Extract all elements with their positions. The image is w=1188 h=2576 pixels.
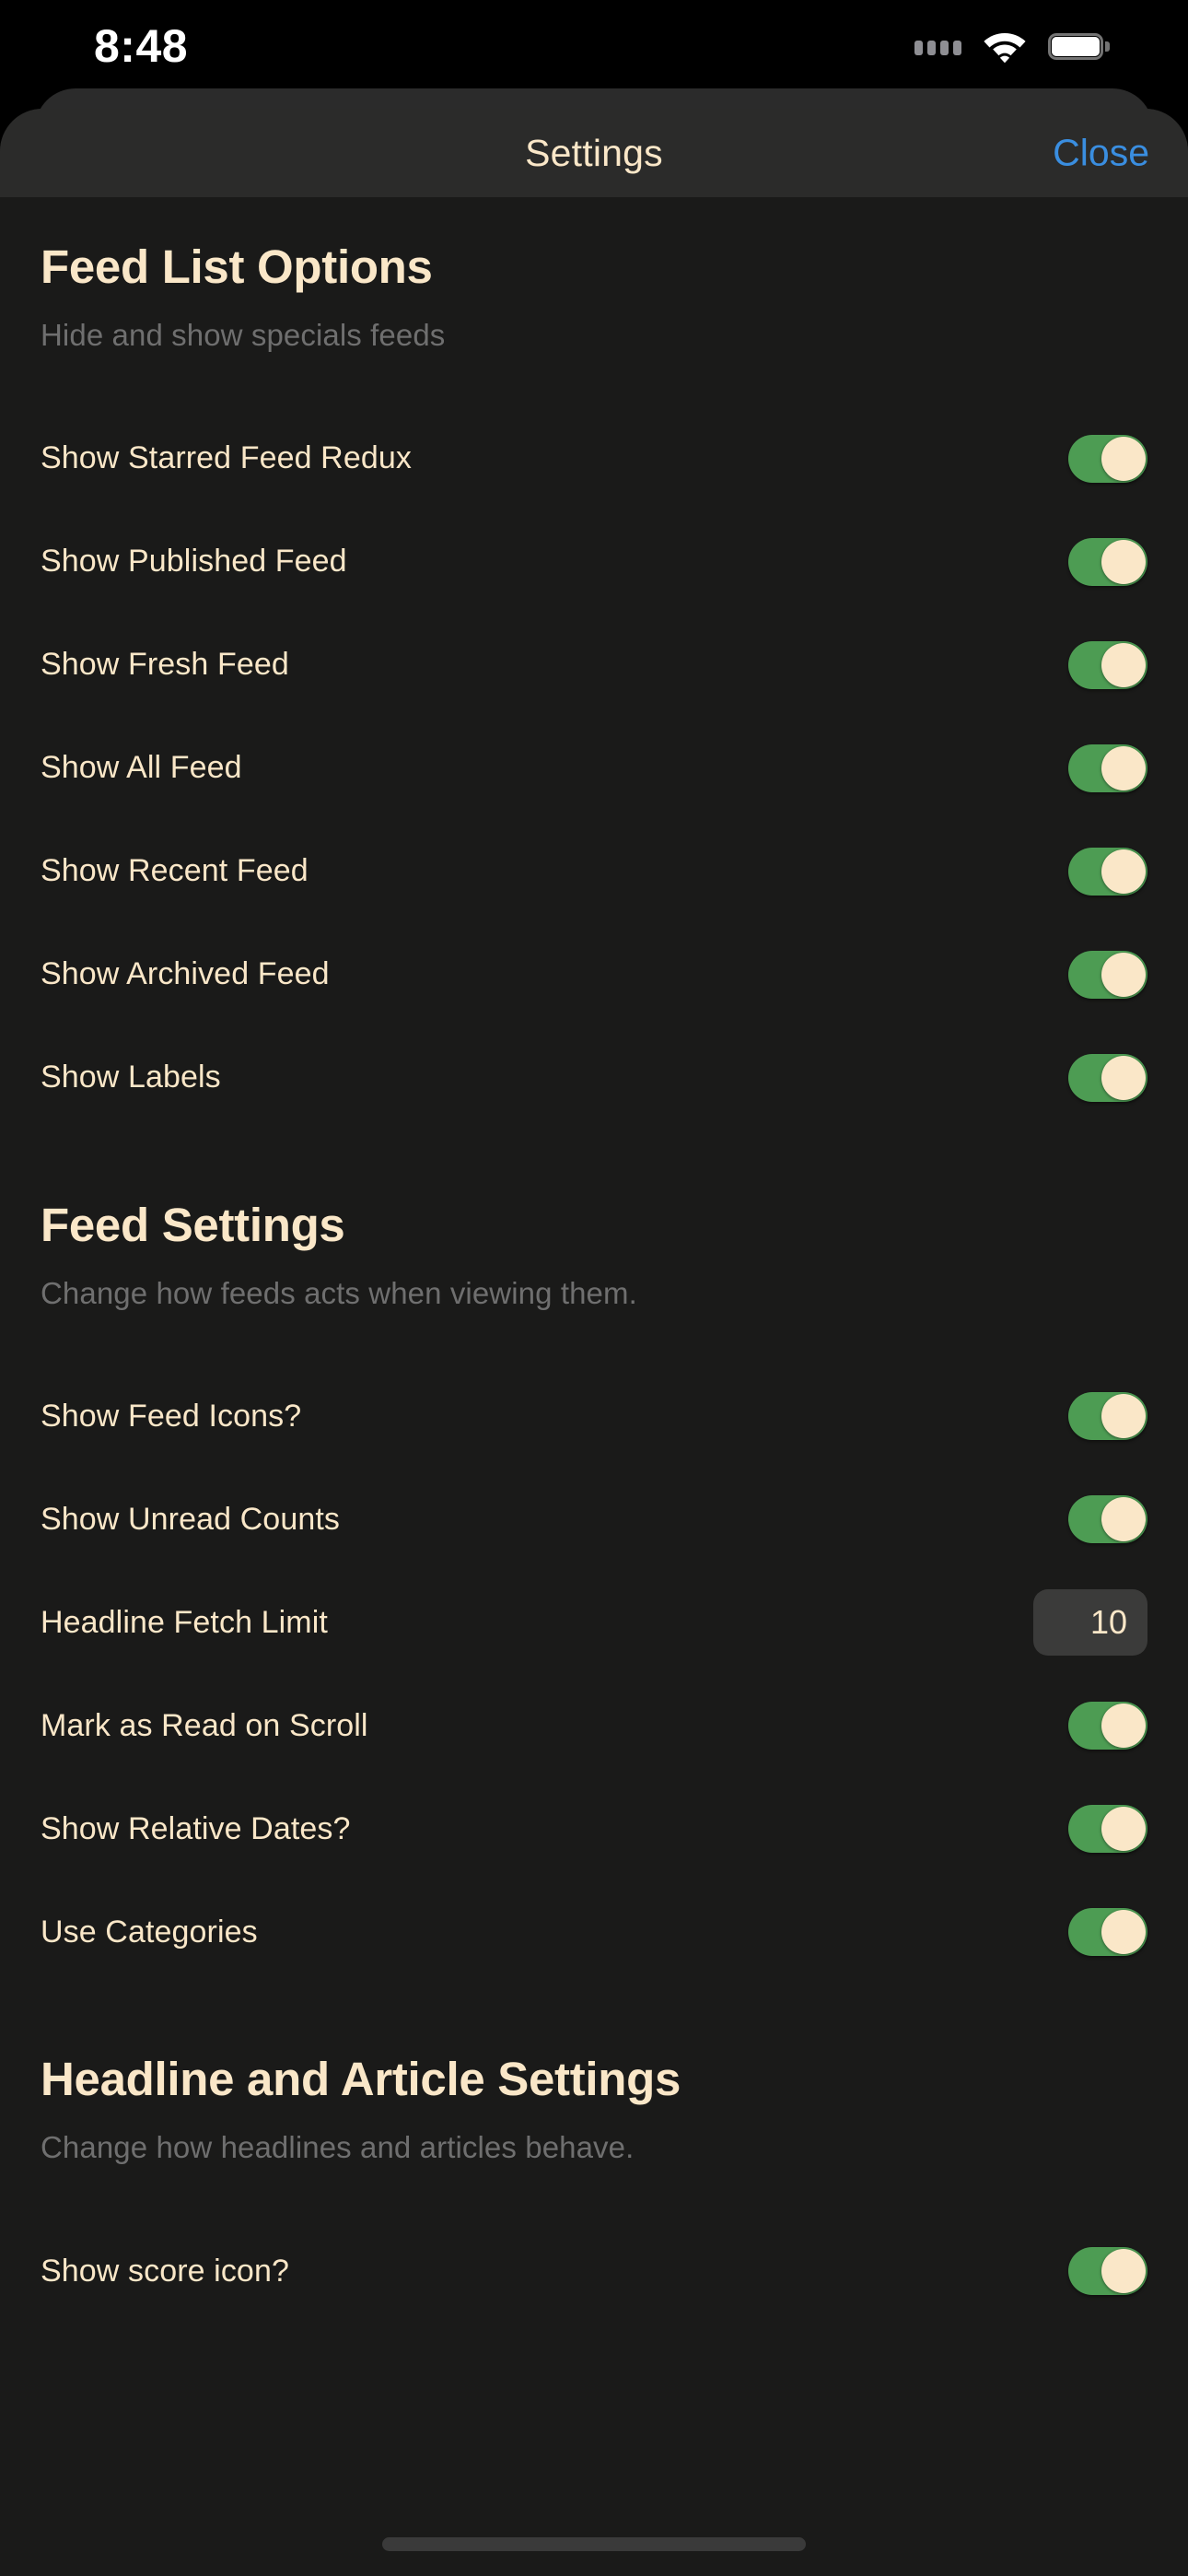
toggle-show-starred-feed-redux[interactable] — [1068, 434, 1147, 483]
setting-row-show-feed-icons[interactable]: Show Feed Icons? — [41, 1364, 1147, 1468]
section-description-headline-and-article-settings: Change how headlines and articles behave… — [41, 2130, 635, 2165]
toggle-knob — [1101, 1394, 1146, 1439]
section-description-feed-list-options: Hide and show specials feeds — [41, 318, 446, 353]
setting-row-show-relative-dates[interactable]: Show Relative Dates? — [41, 1777, 1147, 1880]
row-label: Mark as Read on Scroll — [41, 1707, 368, 1743]
row-label: Show Published Feed — [41, 544, 347, 580]
toggle-show-fresh-feed[interactable] — [1068, 640, 1147, 689]
row-label: Headline Fetch Limit — [41, 1604, 328, 1640]
toggle-knob — [1101, 642, 1146, 687]
row-label: Show Recent Feed — [41, 853, 309, 889]
setting-row-show-score-icon[interactable]: Show score icon? — [41, 2219, 1147, 2323]
setting-row-show-all-feed[interactable]: Show All Feed — [41, 717, 1147, 820]
toggle-knob — [1101, 1497, 1146, 1542]
setting-row-use-categories[interactable]: Use Categories — [41, 1880, 1147, 1984]
toggle-mark-as-read-on-scroll[interactable] — [1068, 1702, 1147, 1751]
status-bar-time: 8:48 — [94, 20, 189, 72]
row-label: Show Unread Counts — [41, 1501, 340, 1537]
toggle-knob — [1101, 849, 1146, 894]
toggle-show-relative-dates[interactable] — [1068, 1805, 1147, 1854]
toggle-show-labels[interactable] — [1068, 1053, 1147, 1102]
navigation-bar: Settings Close — [0, 109, 1188, 197]
row-label: Use Categories — [41, 1914, 258, 1950]
settings-sheet: Settings Close Feed List Options Hide an… — [0, 109, 1188, 2576]
toggle-knob — [1101, 952, 1146, 997]
status-bar-indicators — [914, 29, 1110, 64]
row-label: Show Feed Icons? — [41, 1398, 302, 1434]
toggle-show-all-feed[interactable] — [1068, 744, 1147, 792]
close-button[interactable]: Close — [1053, 132, 1149, 175]
row-label: Show score icon? — [41, 2253, 289, 2289]
section-title-feed-list-options: Feed List Options — [41, 240, 433, 293]
row-label: Show Starred Feed Redux — [41, 440, 412, 476]
home-indicator[interactable] — [382, 2537, 806, 2551]
setting-row-show-published-feed[interactable]: Show Published Feed — [41, 510, 1147, 614]
setting-row-mark-as-read-on-scroll[interactable]: Mark as Read on Scroll — [41, 1674, 1147, 1777]
status-bar: 8:48 — [0, 0, 1188, 92]
battery-icon — [1048, 32, 1110, 60]
setting-row-show-labels[interactable]: Show Labels — [41, 1026, 1147, 1130]
toggle-knob — [1101, 2249, 1146, 2294]
row-label: Show Fresh Feed — [41, 647, 289, 683]
toggle-knob — [1101, 1055, 1146, 1100]
row-label: Show All Feed — [41, 750, 242, 786]
toggle-knob — [1101, 1910, 1146, 1955]
wifi-icon — [982, 29, 1028, 64]
toggle-use-categories[interactable] — [1068, 1908, 1147, 1957]
headline-fetch-limit-value: 10 — [1089, 1603, 1127, 1642]
settings-content: Feed List Options Hide and show specials… — [0, 197, 1188, 2323]
row-label: Show Labels — [41, 1060, 221, 1095]
toggle-show-published-feed[interactable] — [1068, 537, 1147, 586]
setting-row-show-fresh-feed[interactable]: Show Fresh Feed — [41, 614, 1147, 717]
toggle-knob — [1101, 1807, 1146, 1852]
setting-row-show-unread-counts[interactable]: Show Unread Counts — [41, 1468, 1147, 1571]
cellular-dots-icon — [914, 37, 961, 55]
section-title-headline-and-article-settings: Headline and Article Settings — [41, 2053, 681, 2106]
toggle-knob — [1101, 1704, 1146, 1749]
toggle-show-recent-feed[interactable] — [1068, 847, 1147, 896]
setting-row-show-archived-feed[interactable]: Show Archived Feed — [41, 923, 1147, 1026]
setting-row-headline-fetch-limit[interactable]: Headline Fetch Limit 10 — [41, 1571, 1147, 1674]
section-description-feed-settings: Change how feeds acts when viewing them. — [41, 1275, 637, 1310]
setting-row-show-starred-feed-redux[interactable]: Show Starred Feed Redux — [41, 407, 1147, 510]
toggle-show-score-icon[interactable] — [1068, 2247, 1147, 2296]
toggle-knob — [1101, 539, 1146, 584]
row-label: Show Relative Dates? — [41, 1810, 351, 1846]
toggle-show-unread-counts[interactable] — [1068, 1495, 1147, 1544]
toggle-knob — [1101, 436, 1146, 481]
section-title-feed-settings: Feed Settings — [41, 1198, 345, 1251]
setting-row-show-recent-feed[interactable]: Show Recent Feed — [41, 820, 1147, 923]
page-title: Settings — [525, 131, 663, 174]
headline-fetch-limit-input[interactable]: 10 — [1033, 1589, 1147, 1657]
toggle-knob — [1101, 745, 1146, 790]
toggle-show-archived-feed[interactable] — [1068, 950, 1147, 999]
toggle-show-feed-icons[interactable] — [1068, 1392, 1147, 1441]
row-label: Show Archived Feed — [41, 956, 330, 992]
